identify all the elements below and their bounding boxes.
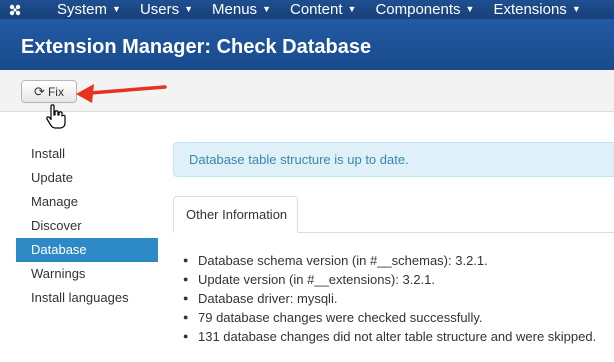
- sidebar-item-discover[interactable]: Discover: [16, 214, 158, 238]
- info-update-version: Update version (in #__extensions): 3.2.1…: [198, 272, 436, 287]
- menu-system-label: System: [57, 1, 108, 18]
- list-item: ● Database schema version (in #__schemas)…: [183, 251, 596, 270]
- menu-components[interactable]: Components ▼: [375, 0, 474, 19]
- list-item: ● Update version (in #__extensions): 3.2.…: [183, 270, 596, 289]
- annotation-arrow-icon: [76, 84, 167, 103]
- menu-menus[interactable]: Menus ▼: [212, 0, 271, 19]
- caret-down-icon: ▼: [347, 4, 357, 14]
- menu-menus-label: Menus: [212, 1, 258, 18]
- page-title: Extension Manager: Check Database: [21, 36, 372, 58]
- info-list: ● Database schema version (in #__schemas)…: [183, 251, 596, 346]
- fix-button-label: Fix: [47, 84, 64, 99]
- caret-down-icon: ▼: [571, 4, 581, 14]
- bullet-icon: ●: [183, 255, 189, 265]
- info-changes-checked: 79 database changes were checked success…: [198, 310, 483, 325]
- caret-down-icon: ▼: [262, 4, 271, 14]
- menu-users-label: Users: [139, 1, 180, 18]
- joomla-logo-icon[interactable]: [0, 0, 30, 19]
- info-schema-version: Database schema version (in #__schemas):…: [198, 253, 488, 268]
- sidebar-item-database[interactable]: Database: [16, 238, 158, 262]
- bullet-icon: ●: [183, 274, 189, 284]
- bullet-icon: ●: [183, 293, 189, 303]
- refresh-icon: ⟳: [34, 84, 45, 99]
- fix-button[interactable]: ⟳ Fix: [21, 80, 77, 103]
- sidebar-item-install[interactable]: Install: [16, 142, 158, 166]
- sidebar-item-manage[interactable]: Manage: [16, 190, 158, 214]
- menu-components-label: Components: [375, 1, 461, 18]
- menu-users[interactable]: Users ▼: [140, 0, 193, 19]
- bullet-icon: ●: [183, 312, 189, 322]
- sidebar: Install Update Manage Discover Database …: [16, 142, 158, 310]
- list-item: ● Database driver: mysqli.: [183, 289, 596, 308]
- info-database-driver: Database driver: mysqli.: [198, 291, 338, 306]
- menu-content-label: Content: [289, 1, 343, 18]
- hand-pointer-icon: [46, 104, 66, 129]
- menu-content[interactable]: Content ▼: [290, 0, 356, 19]
- list-item: ● 79 database changes were checked succes…: [183, 308, 596, 327]
- status-alert: Database table structure is up to date.: [173, 142, 614, 177]
- menu-extensions-label: Extensions: [493, 1, 567, 18]
- sidebar-item-warnings[interactable]: Warnings: [16, 262, 158, 286]
- bullet-icon: ●: [183, 331, 189, 341]
- caret-down-icon: ▼: [465, 4, 475, 14]
- menu-extensions[interactable]: Extensions ▼: [493, 0, 580, 19]
- page-header: Extension Manager: Check Database: [0, 19, 614, 70]
- sidebar-item-update[interactable]: Update: [16, 166, 158, 190]
- top-navbar: System ▼ Users ▼ Menus ▼ Content ▼ Component…: [0, 0, 614, 19]
- caret-down-icon: ▼: [184, 4, 194, 14]
- sidebar-item-install-languages[interactable]: Install languages: [16, 286, 158, 310]
- info-changes-skipped: 131 database changes did not alter table…: [198, 329, 597, 344]
- caret-down-icon: ▼: [112, 4, 121, 14]
- tab-other-information[interactable]: Other Information: [173, 196, 298, 233]
- menu-system[interactable]: System ▼: [57, 0, 121, 19]
- list-item: ● 131 database changes did not alter tabl…: [183, 327, 596, 346]
